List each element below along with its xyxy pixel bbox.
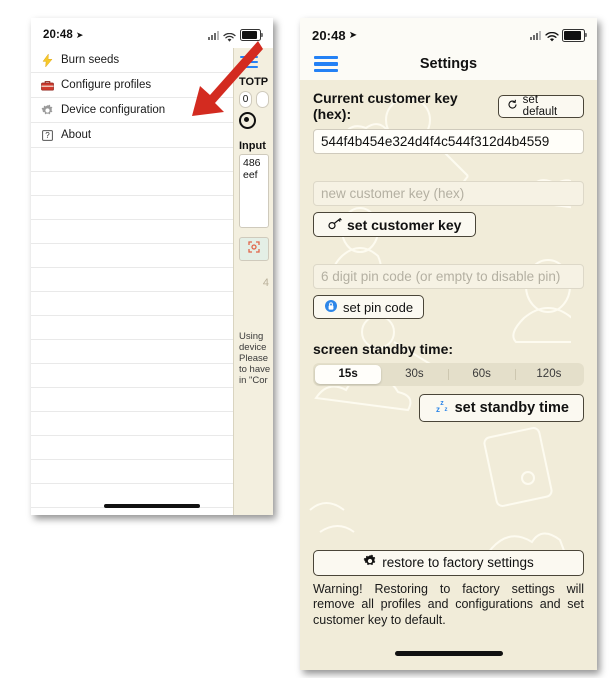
battery-icon bbox=[562, 28, 587, 42]
totp-note-text: Using device Please to have in "Cor bbox=[239, 331, 271, 386]
screenshot-stage: 20:48 ➤ Burn seeds Configure profiles De… bbox=[0, 0, 611, 678]
set-standby-time-button[interactable]: zzz set standby time bbox=[418, 394, 584, 422]
totp-page-strip: TOTP 0 Input 486 eef 4 Using device Please t… bbox=[233, 48, 273, 515]
sleep-zzz-icon: zzz bbox=[434, 398, 450, 418]
factory-warning-text: Warning! Restoring to factory settings w… bbox=[313, 581, 584, 627]
key-icon bbox=[328, 217, 342, 233]
svg-text:?: ? bbox=[45, 131, 50, 140]
settings-body: Current customer key (hex): set default … bbox=[300, 80, 597, 557]
current-key-row: Current customer key (hex): set default bbox=[313, 90, 584, 122]
standby-label: screen standby time: bbox=[313, 341, 454, 357]
pin-code-input[interactable]: 6 digit pin code (or empty to disable pi… bbox=[313, 264, 584, 289]
totp-decor-glyph: 4 bbox=[262, 277, 269, 289]
gear-warning-icon bbox=[363, 554, 377, 571]
totp-pill-partial[interactable] bbox=[256, 91, 269, 108]
qr-scan-icon bbox=[248, 240, 260, 258]
location-arrow-icon: ➤ bbox=[348, 29, 358, 41]
totp-input-field[interactable]: 486 eef bbox=[239, 154, 269, 228]
set-customer-key-button[interactable]: set customer key bbox=[313, 212, 477, 237]
set-customer-key-label: set customer key bbox=[347, 216, 462, 233]
cellular-signal-icon bbox=[530, 30, 541, 40]
new-customer-key-input[interactable]: new customer key (hex) bbox=[313, 181, 584, 206]
set-default-label: set default bbox=[522, 94, 558, 118]
status-time: 20:48 bbox=[43, 29, 73, 41]
segment-120s[interactable]: 120s bbox=[516, 365, 582, 384]
menu-item-label: Device configuration bbox=[61, 104, 166, 116]
segment-30s[interactable]: 30s bbox=[381, 365, 447, 384]
gear-icon bbox=[41, 104, 54, 117]
status-time: 20:48 bbox=[312, 27, 346, 43]
totp-pill[interactable]: 0 bbox=[239, 91, 252, 108]
home-indicator bbox=[394, 651, 503, 656]
left-phone-screen: 20:48 ➤ Burn seeds Configure profiles De… bbox=[31, 18, 273, 515]
question-box-icon: ? bbox=[41, 129, 54, 142]
segment-60s[interactable]: 60s bbox=[449, 365, 515, 384]
home-indicator bbox=[104, 504, 200, 508]
restore-factory-settings-button[interactable]: restore to factory settings bbox=[313, 549, 584, 576]
set-default-button[interactable]: set default bbox=[497, 94, 584, 118]
menu-item-label: About bbox=[61, 129, 92, 141]
standby-button-row: zzz set standby time bbox=[313, 394, 584, 422]
page-title: Settings bbox=[419, 56, 478, 72]
totp-title: TOTP bbox=[239, 76, 269, 88]
segment-15s[interactable]: 15s bbox=[315, 365, 382, 384]
standby-segmented-control[interactable]: 15s 30s 60s 120s bbox=[313, 363, 584, 386]
set-pin-code-button[interactable]: set pin code bbox=[313, 295, 425, 319]
left-status-bar: 20:48 ➤ bbox=[31, 18, 273, 48]
lock-circle-icon bbox=[324, 299, 338, 316]
hamburger-menu-icon[interactable] bbox=[240, 56, 258, 69]
factory-reset-block: restore to factory settings Warning! Res… bbox=[313, 549, 584, 629]
cellular-signal-icon bbox=[208, 30, 219, 40]
restore-factory-label: restore to factory settings bbox=[382, 555, 534, 570]
current-key-label: Current customer key (hex): bbox=[313, 90, 458, 122]
radio-selected-icon[interactable] bbox=[239, 112, 256, 129]
battery-icon bbox=[240, 29, 263, 41]
reset-arrow-icon bbox=[507, 99, 518, 113]
right-status-bar: 20:48 ➤ bbox=[300, 18, 597, 48]
menu-item-label: Burn seeds bbox=[61, 54, 120, 66]
svg-text:z: z bbox=[440, 400, 444, 407]
totp-input-label: Input bbox=[239, 140, 266, 152]
svg-text:z: z bbox=[436, 405, 440, 414]
menu-item-label: Configure profiles bbox=[61, 79, 152, 91]
set-pin-code-label: set pin code bbox=[343, 299, 414, 315]
svg-text:z: z bbox=[444, 407, 447, 413]
toolbox-icon bbox=[41, 79, 54, 92]
right-top-chrome: 20:48 ➤ Settings bbox=[300, 18, 597, 80]
right-navbar: Settings bbox=[300, 48, 597, 80]
right-phone-screen: 20:48 ➤ Settings Current customer key (h… bbox=[300, 18, 597, 670]
set-standby-time-label: set standby time bbox=[454, 400, 569, 416]
wifi-icon bbox=[545, 30, 559, 42]
wifi-icon bbox=[223, 30, 236, 42]
totp-pill-group: 0 bbox=[239, 91, 269, 108]
lightning-bolt-icon bbox=[41, 53, 54, 67]
current-key-value[interactable]: 544f4b454e324d4f4c544f312d4b4559 bbox=[313, 129, 584, 154]
location-arrow-icon: ➤ bbox=[75, 29, 84, 40]
qr-scan-button[interactable] bbox=[239, 237, 269, 261]
